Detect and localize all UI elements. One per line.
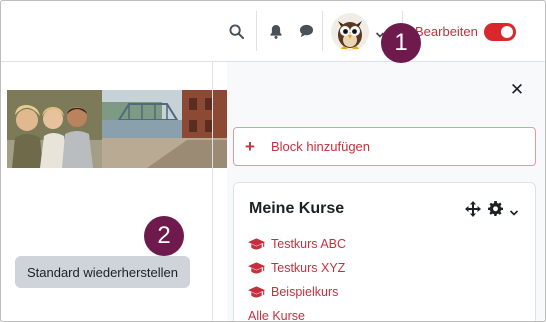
- plus-icon: +: [245, 136, 255, 156]
- main-content: Standard wiederherstellen: [1, 62, 227, 321]
- move-icon[interactable]: [465, 201, 481, 217]
- navbar-divider: [256, 11, 257, 51]
- block-drawer: ✕ + Block hinzufügen Meine Kurse Testkur…: [227, 62, 545, 321]
- bell-icon[interactable]: [267, 22, 285, 40]
- course-link[interactable]: Testkurs ABC: [248, 235, 346, 253]
- callout-badge-1: 1: [381, 23, 421, 63]
- toggle-knob: [501, 26, 513, 38]
- close-drawer-icon[interactable]: ✕: [509, 81, 525, 98]
- callout-badge-2: 2: [144, 216, 184, 256]
- edit-mode-toggle[interactable]: [484, 23, 516, 41]
- chevron-down-icon[interactable]: [509, 205, 525, 221]
- gear-icon[interactable]: [488, 201, 504, 217]
- top-navbar: Bearbeiten: [1, 1, 545, 62]
- restore-default-button[interactable]: Standard wiederherstellen: [15, 256, 190, 288]
- course-banner-image: [7, 90, 227, 168]
- graduation-cap-icon: [248, 285, 265, 297]
- content-divider: [212, 62, 213, 321]
- screenshot-frame: Bearbeiten Standard wiederherstellen ✕ +…: [0, 0, 546, 322]
- add-block-button[interactable]: + Block hinzufügen: [233, 127, 536, 166]
- my-courses-block: Meine Kurse Testkurs ABC Testkurs XYZ Be…: [233, 182, 536, 322]
- block-title: Meine Kurse: [249, 200, 345, 217]
- course-name: Testkurs XYZ: [271, 261, 346, 275]
- avatar[interactable]: [331, 13, 369, 51]
- course-name: Testkurs ABC: [271, 237, 347, 251]
- owl-avatar-icon: [338, 21, 362, 49]
- graduation-cap-icon: [248, 237, 265, 249]
- navbar-divider: [322, 11, 323, 51]
- graduation-cap-icon: [248, 261, 265, 273]
- search-icon[interactable]: [227, 22, 245, 40]
- add-block-label: Block hinzufügen: [271, 139, 371, 154]
- all-courses-link[interactable]: Alle Kurse: [248, 307, 305, 322]
- course-name: Beispielkurs: [271, 285, 339, 299]
- edit-mode-label: Bearbeiten: [415, 24, 478, 39]
- chat-bubble-icon[interactable]: [297, 22, 315, 40]
- all-courses-label: Alle Kurse: [248, 309, 305, 322]
- course-link[interactable]: Testkurs XYZ: [248, 259, 345, 277]
- course-link[interactable]: Beispielkurs: [248, 283, 338, 301]
